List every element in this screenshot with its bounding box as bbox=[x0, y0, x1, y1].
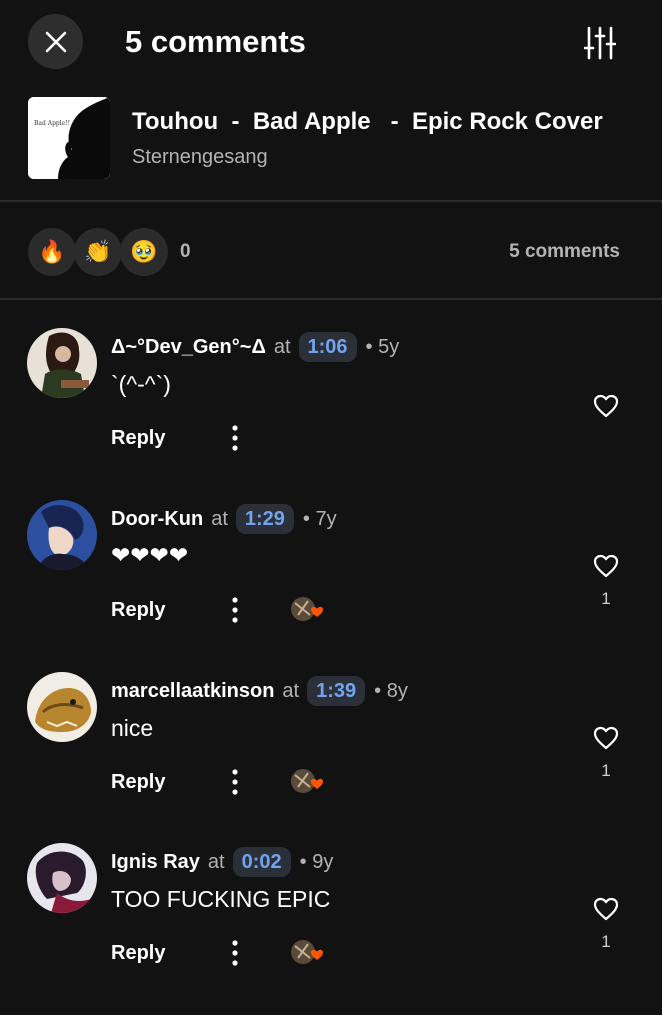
comment-age: • 7y bbox=[302, 507, 337, 530]
comments-count: 5 comments bbox=[509, 241, 620, 262]
comment-age: • 5y bbox=[365, 335, 400, 358]
heart-outline-icon bbox=[593, 554, 619, 578]
reply-button[interactable]: Reply bbox=[111, 940, 165, 966]
track-info[interactable]: Bad Apple!! Touhou - Bad Apple - Epic Ro… bbox=[0, 86, 662, 201]
track-title[interactable]: Touhou - Bad Apple - Epic Rock Cover bbox=[132, 106, 603, 138]
close-icon bbox=[45, 31, 66, 52]
comment-meta: Door-Kun at 1:29 • 7y bbox=[111, 502, 337, 536]
reply-button[interactable]: Reply bbox=[111, 769, 165, 795]
creator-liked-badge bbox=[290, 767, 324, 795]
divider bbox=[0, 298, 662, 300]
heart-outline-icon bbox=[593, 726, 619, 750]
clap-reaction-button[interactable]: 👏 bbox=[74, 228, 122, 276]
comment-text: nice bbox=[111, 715, 154, 741]
comment-item: marcellaatkinson at 1:39 • 8y nice Reply… bbox=[0, 672, 662, 844]
fire-icon: 🔥 bbox=[38, 239, 66, 265]
artwork-text: Bad Apple!! bbox=[34, 120, 70, 127]
comment-item: Ignis Ray at 0:02 • 9y TOO FUCKING EPIC … bbox=[0, 843, 662, 1015]
avatar[interactable] bbox=[27, 500, 97, 570]
at-label: at bbox=[211, 507, 228, 530]
close-button[interactable] bbox=[28, 14, 83, 69]
comment-age: • 9y bbox=[299, 850, 334, 873]
comment-meta: Ignis Ray at 0:02 • 9y bbox=[111, 845, 333, 879]
timestamp-button[interactable]: 1:06 bbox=[298, 332, 357, 362]
reactions-bar: 🔥 👏 🥹 0 5 comments bbox=[0, 203, 662, 299]
sliders-icon bbox=[584, 26, 616, 60]
avatar[interactable] bbox=[27, 843, 97, 913]
at-label: at bbox=[273, 335, 291, 358]
more-vertical-icon bbox=[232, 597, 238, 623]
creator-liked-badge bbox=[290, 938, 324, 966]
timestamp-button[interactable]: 1:39 bbox=[307, 676, 366, 706]
avatar[interactable] bbox=[27, 328, 97, 398]
comment-text: ❤❤❤❤ bbox=[111, 543, 189, 569]
comment-text: `(^-^`) bbox=[111, 371, 171, 397]
creator-liked-badge bbox=[290, 595, 324, 623]
more-options-button[interactable] bbox=[222, 766, 248, 798]
comment-age: • 8y bbox=[374, 679, 408, 702]
more-vertical-icon bbox=[232, 940, 238, 966]
at-label: at bbox=[207, 850, 225, 873]
header: 5 comments bbox=[0, 0, 662, 86]
timestamp-button[interactable]: 0:02 bbox=[232, 847, 291, 877]
username[interactable]: Ignis Ray bbox=[111, 851, 200, 874]
track-artwork[interactable]: Bad Apple!! bbox=[28, 97, 110, 179]
comment-item: Δ~°Dev_Gen°~Δ at 1:06 • 5y `(^-^`) Reply bbox=[0, 328, 662, 500]
heart-outline-icon bbox=[593, 897, 619, 921]
like-count: 1 bbox=[601, 932, 611, 951]
heart-outline-icon bbox=[593, 394, 619, 418]
more-options-button[interactable] bbox=[222, 594, 248, 626]
reply-button[interactable]: Reply bbox=[111, 425, 165, 451]
more-options-button[interactable] bbox=[222, 422, 248, 454]
username[interactable]: Δ~°Dev_Gen°~Δ bbox=[111, 336, 266, 359]
like-button[interactable] bbox=[590, 723, 622, 753]
page-title: 5 comments bbox=[125, 24, 306, 59]
pleading-face-icon: 🥹 bbox=[130, 239, 158, 265]
comment-meta: marcellaatkinson at 1:39 • 8y bbox=[111, 674, 408, 708]
reaction-count: 0 bbox=[180, 241, 191, 262]
like-count: 1 bbox=[601, 761, 611, 780]
pleading-face-reaction-button[interactable]: 🥹 bbox=[120, 228, 168, 276]
clapping-hands-icon: 👏 bbox=[84, 239, 112, 265]
more-vertical-icon bbox=[232, 769, 238, 795]
username[interactable]: Door-Kun bbox=[111, 508, 203, 531]
avatar[interactable] bbox=[27, 672, 97, 742]
like-count: 1 bbox=[601, 589, 611, 608]
more-options-button[interactable] bbox=[222, 937, 248, 969]
comment-text: TOO FUCKING EPIC bbox=[111, 886, 331, 912]
divider bbox=[0, 200, 662, 202]
comment-meta: Δ~°Dev_Gen°~Δ at 1:06 • 5y bbox=[111, 330, 399, 364]
timestamp-button[interactable]: 1:29 bbox=[235, 504, 294, 534]
username[interactable]: marcellaatkinson bbox=[111, 680, 274, 703]
filter-button[interactable] bbox=[580, 24, 620, 62]
comment-item: Door-Kun at 1:29 • 7y ❤❤❤❤ Reply 1 bbox=[0, 500, 662, 672]
more-vertical-icon bbox=[232, 425, 238, 451]
at-label: at bbox=[282, 679, 300, 702]
like-button[interactable] bbox=[590, 551, 622, 581]
fire-reaction-button[interactable]: 🔥 bbox=[28, 228, 76, 276]
track-artist[interactable]: Sternengesang bbox=[132, 143, 268, 171]
reply-button[interactable]: Reply bbox=[111, 597, 165, 623]
like-button[interactable] bbox=[590, 894, 622, 924]
like-button[interactable] bbox=[590, 391, 622, 421]
